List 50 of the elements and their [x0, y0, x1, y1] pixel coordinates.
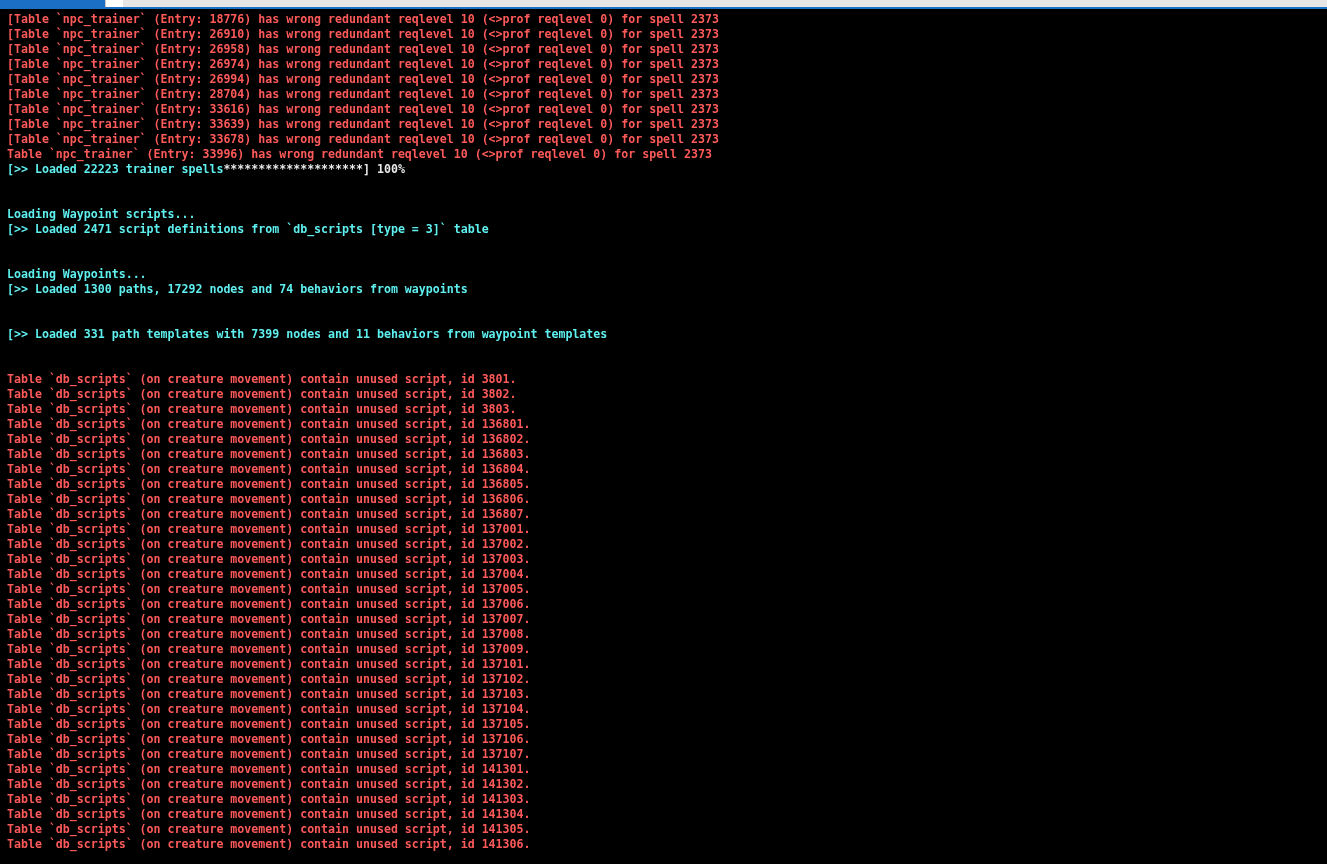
log-line: Table `db_scripts` (on creature movement) contain unused script, id 141303. [7, 792, 531, 807]
log-line: [Table `npc_trainer` (Entry: 33616) has wrong redundant reqlevel 10 (<>prof reqlevel 0) for spell 2373 [7, 102, 719, 117]
log-line: Table `db_scripts` (on creature movement) contain unused script, id 136802. [7, 432, 531, 447]
log-line: Table `db_scripts` (on creature movement) contain unused script, id 137003. [7, 552, 531, 567]
log-line: [Table `npc_trainer` (Entry: 33678) has wrong redundant reqlevel 10 (<>prof reqlevel 0) for spell 2373 [7, 132, 719, 147]
log-line: [>> Loaded 22223 trainer spells********************] 100% [7, 162, 405, 177]
log-line: Table `db_scripts` (on creature movement) contain unused script, id 137106. [7, 732, 531, 747]
log-line: Table `db_scripts` (on creature movement) contain unused script, id 137101. [7, 657, 531, 672]
log-line: Table `db_scripts` (on creature movement) contain unused script, id 141301. [7, 762, 531, 777]
log-line: [Table `npc_trainer` (Entry: 26958) has wrong redundant reqlevel 10 (<>prof reqlevel 0) for spell 2373 [7, 42, 719, 57]
log-line: Table `db_scripts` (on creature movement) contain unused script, id 137009. [7, 642, 531, 657]
log-line: Table `db_scripts` (on creature movement) contain unused script, id 137002. [7, 537, 531, 552]
log-line: Table `db_scripts` (on creature movement) contain unused script, id 137103. [7, 687, 531, 702]
log-line: Table `db_scripts` (on creature movement) contain unused script, id 137007. [7, 612, 531, 627]
log-line: Table `db_scripts` (on creature movement) contain unused script, id 137001. [7, 522, 531, 537]
log-line: [Table `npc_trainer` (Entry: 26994) has wrong redundant reqlevel 10 (<>prof reqlevel 0) for spell 2373 [7, 72, 719, 87]
log-line: Table `db_scripts` (on creature movement) contain unused script, id 141302. [7, 777, 531, 792]
log-line: Table `db_scripts` (on creature movement) contain unused script, id 137005. [7, 582, 531, 597]
log-line: Table `db_scripts` (on creature movement) contain unused script, id 3802. [7, 387, 517, 402]
log-line: Table `npc_trainer` (Entry: 33996) has wrong redundant reqlevel 10 (<>prof reqlevel 0) for spell 2373 [7, 147, 712, 162]
log-line: Table `db_scripts` (on creature movement) contain unused script, id 141304. [7, 807, 531, 822]
log-line: [>> Loaded 331 path templates with 7399 nodes and 11 behaviors from waypoint templates [7, 327, 608, 342]
log-line: [>> Loaded 2471 script definitions from `db_scripts [type = 3]` table [7, 222, 489, 237]
log-line: Table `db_scripts` (on creature movement) contain unused script, id 137008. [7, 627, 531, 642]
log-line: Table `db_scripts` (on creature movement) contain unused script, id 137102. [7, 672, 531, 687]
log-line: Table `db_scripts` (on creature movement) contain unused script, id 137104. [7, 702, 531, 717]
log-line: [Table `npc_trainer` (Entry: 26974) has wrong redundant reqlevel 10 (<>prof reqlevel 0) for spell 2373 [7, 57, 719, 72]
log-line: Table `db_scripts` (on creature movement) contain unused script, id 3801. [7, 372, 517, 387]
log-line: Loading Waypoints... [7, 267, 147, 282]
log-line: Table `db_scripts` (on creature movement) contain unused script, id 137105. [7, 717, 531, 732]
new-tab[interactable] [105, 0, 123, 7]
log-line: Table `db_scripts` (on creature movement) contain unused script, id 137006. [7, 597, 531, 612]
log-line: Loading Waypoint scripts... [7, 207, 196, 222]
log-line: Table `db_scripts` (on creature movement) contain unused script, id 141305. [7, 822, 531, 837]
log-line: Table `db_scripts` (on creature movement) contain unused script, id 137107. [7, 747, 531, 762]
log-line: [Table `npc_trainer` (Entry: 26910) has wrong redundant reqlevel 10 (<>prof reqlevel 0) for spell 2373 [7, 27, 719, 42]
log-line: Table `db_scripts` (on creature movement) contain unused script, id 136807. [7, 507, 531, 522]
log-line: Table `db_scripts` (on creature movement) contain unused script, id 136803. [7, 447, 531, 462]
log-line: Table `db_scripts` (on creature movement) contain unused script, id 3803. [7, 402, 517, 417]
terminal-tab[interactable] [0, 0, 105, 7]
log-line: [Table `npc_trainer` (Entry: 28704) has wrong redundant reqlevel 10 (<>prof reqlevel 0) for spell 2373 [7, 87, 719, 102]
log-line: [Table `npc_trainer` (Entry: 33639) has wrong redundant reqlevel 10 (<>prof reqlevel 0) for spell 2373 [7, 117, 719, 132]
log-line: Table `db_scripts` (on creature movement) contain unused script, id 137004. [7, 567, 531, 582]
log-line: Table `db_scripts` (on creature movement) contain unused script, id 136804. [7, 462, 531, 477]
log-line: [>> Loaded 1300 paths, 17292 nodes and 74 behaviors from waypoints [7, 282, 468, 297]
log-line: Table `db_scripts` (on creature movement) contain unused script, id 136806. [7, 492, 531, 507]
log-line: Table `db_scripts` (on creature movement) contain unused script, id 141306. [7, 837, 531, 852]
log-line: Table `db_scripts` (on creature movement) contain unused script, id 136801. [7, 417, 531, 432]
log-line: [Table `npc_trainer` (Entry: 18776) has wrong redundant reqlevel 10 (<>prof reqlevel 0) for spell 2373 [7, 12, 719, 27]
log-line: Table `db_scripts` (on creature movement) contain unused script, id 136805. [7, 477, 531, 492]
